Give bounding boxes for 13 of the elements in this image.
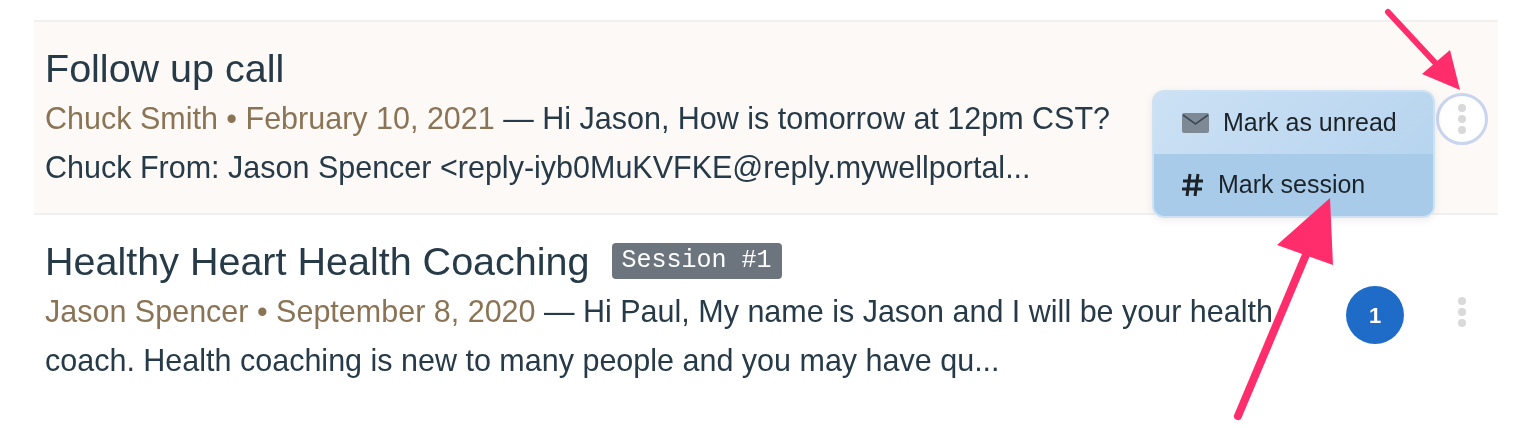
- envelope-icon: [1182, 113, 1209, 133]
- message-preview: Chuck Smith • February 10, 2021 — Hi Jason, How is tomorrow at 12pm CST? Chuck From: Jason Spencer <reply-iyb0MuKVFKE@reply.mywellportal...: [45, 100, 1111, 187]
- menu-item[interactable]: Mark session: [1154, 154, 1433, 216]
- unread-count-badge: 1: [1346, 286, 1404, 344]
- message-preview: Jason Spencer • September 8, 2020 — Hi Paul, My name is Jason and I will be your health coach. Health coaching is new to many people and you may have qu...: [45, 293, 1273, 380]
- more-options-icon: [1456, 103, 1468, 135]
- session-tag: Session #1: [611, 243, 782, 279]
- more-options-icon: [1456, 296, 1468, 328]
- message-title[interactable]: Follow up call: [45, 44, 285, 92]
- menu-item[interactable]: Mark as unread: [1154, 92, 1433, 154]
- more-options-button[interactable]: [1436, 93, 1488, 145]
- hash-icon: [1182, 173, 1204, 197]
- message-title[interactable]: Healthy Heart Health Coaching: [45, 237, 590, 285]
